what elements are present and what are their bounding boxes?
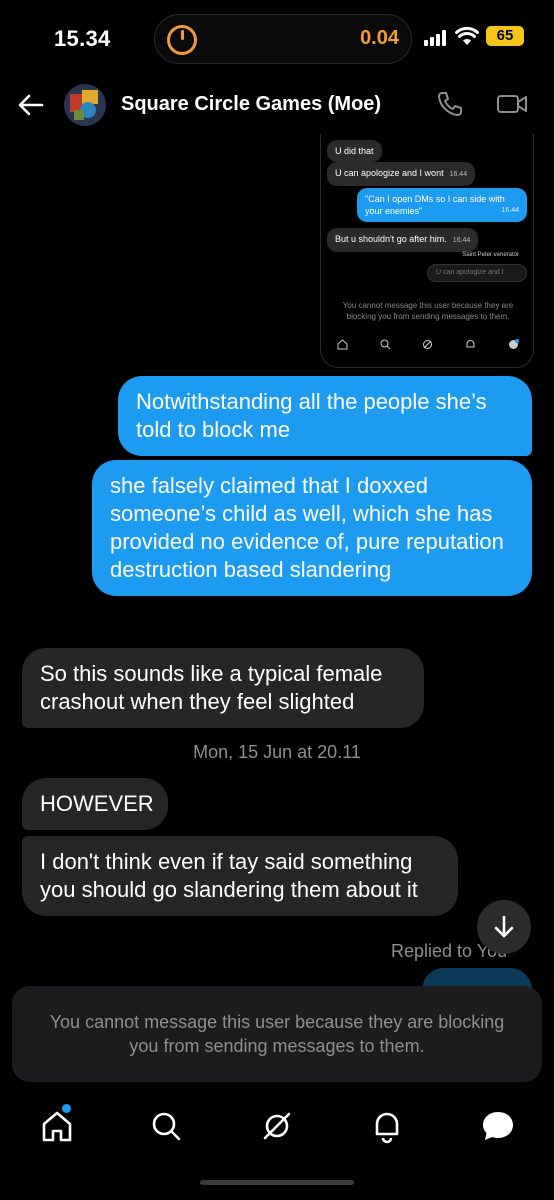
status-bar: 15.34 0.04 65 (0, 0, 554, 76)
message-received[interactable]: I don't think even if tay said something… (22, 836, 458, 916)
video-call-icon[interactable] (496, 90, 528, 118)
mini-message: But u shouldn't go after him. 16.44 (327, 228, 479, 252)
home-icon[interactable] (37, 1106, 77, 1146)
message-sent[interactable]: she falsely claimed that I doxxed someon… (92, 460, 532, 596)
message-received[interactable]: HOWEVER (22, 778, 168, 830)
back-arrow-icon[interactable] (16, 90, 46, 120)
mini-grok-icon (422, 337, 433, 349)
mini-search-icon (380, 337, 391, 349)
mini-message: U did that (327, 140, 382, 162)
notifications-icon[interactable] (367, 1106, 407, 1146)
mini-message: "Can I open DMs so I can side with your … (357, 188, 527, 222)
messages-icon[interactable] (478, 1106, 518, 1146)
contact-name[interactable]: Square Circle Games (Moe) (121, 93, 381, 116)
dynamic-island[interactable]: 0.04 (154, 14, 412, 64)
bottom-nav (0, 1098, 554, 1158)
mini-home-icon (337, 337, 348, 349)
block-notice: You cannot message this user because the… (12, 986, 542, 1082)
mini-messages-icon (508, 337, 520, 349)
battery-icon: 65 (486, 26, 524, 46)
chat-header: Square Circle Games (Moe) (0, 76, 554, 134)
signal-icon (424, 30, 450, 46)
grok-icon[interactable] (257, 1106, 297, 1146)
home-notification-dot (62, 1104, 71, 1113)
scroll-down-button[interactable] (477, 900, 531, 954)
home-indicator (200, 1180, 354, 1185)
mini-bell-icon (465, 337, 476, 348)
screenshot-attachment[interactable]: U did that U can apologize and I wont 16.… (320, 134, 534, 368)
phone-icon[interactable] (436, 90, 464, 118)
mini-reply-meta: Saint Peter venerator (462, 252, 519, 258)
arrow-down-icon (494, 915, 514, 938)
search-icon[interactable] (146, 1106, 186, 1146)
timer-icon (167, 25, 197, 55)
mini-input-preview: U can apologize and I (427, 264, 527, 282)
timer-counter: 0.04 (360, 27, 399, 49)
message-received[interactable]: So this sounds like a typical female cra… (22, 648, 424, 728)
mini-message: U can apologize and I wont 16.44 (327, 162, 476, 186)
mini-block-notice: You cannot message this user because the… (342, 301, 514, 321)
date-separator: Mon, 15 Jun at 20.11 (193, 742, 361, 762)
block-notice-text: You cannot message this user because the… (49, 1012, 505, 1056)
wifi-icon (455, 26, 479, 45)
status-time: 15.34 (54, 26, 111, 51)
message-sent[interactable]: Notwithstanding all the people she’s tol… (118, 376, 532, 456)
avatar[interactable] (64, 84, 106, 126)
mini-bottom-nav (321, 330, 533, 354)
battery-level: 65 (496, 27, 514, 44)
